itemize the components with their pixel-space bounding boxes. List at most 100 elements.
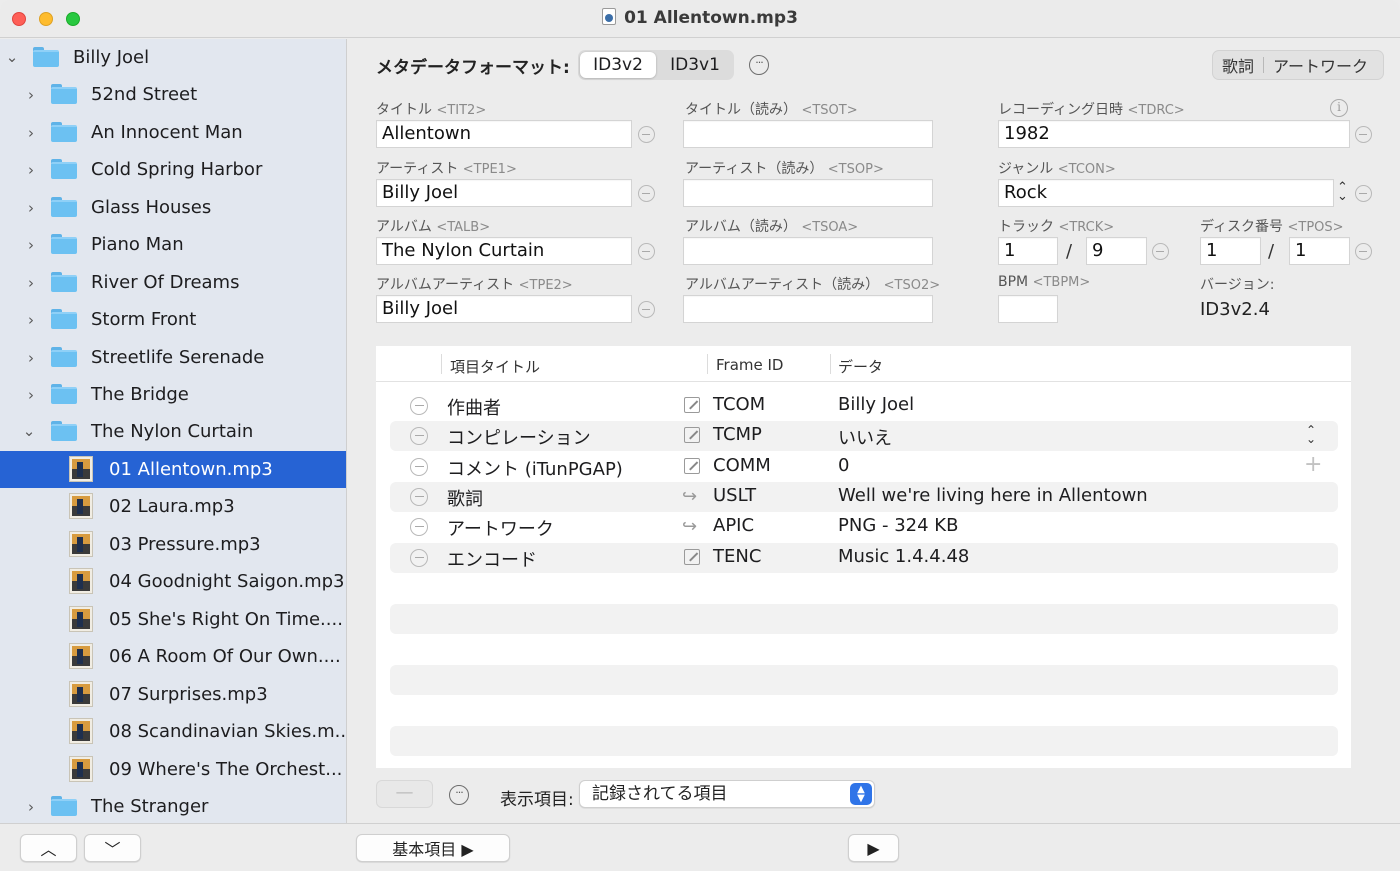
bpm-field[interactable]: [998, 295, 1058, 323]
tree-row-folder[interactable]: › Glass Houses: [0, 189, 346, 226]
remove-row-icon[interactable]: [410, 549, 428, 567]
tree-row-folder[interactable]: › Streetlife Serenade: [0, 339, 346, 376]
track-total-field[interactable]: 9: [1086, 237, 1147, 265]
remove-recording-date-icon[interactable]: [1355, 126, 1372, 143]
edit-icon[interactable]: [684, 397, 700, 413]
chevron-down-icon[interactable]: ⌄: [5, 50, 19, 65]
artist-sort-field[interactable]: [683, 179, 933, 207]
format-id3v1-button[interactable]: ID3v1: [658, 52, 732, 78]
add-icon[interactable]: +: [1304, 452, 1322, 477]
title-field[interactable]: Allentown: [376, 120, 632, 148]
edit-icon[interactable]: [684, 427, 700, 443]
tree-row-open-folder[interactable]: ⌄ The Nylon Curtain: [0, 413, 346, 450]
remove-artist-icon[interactable]: [638, 185, 655, 202]
title-sort-field[interactable]: [683, 120, 933, 148]
album-artist-sort-field[interactable]: [683, 295, 933, 323]
table-row[interactable]: コメント (iTunPGAP) COMM 0 +: [390, 452, 1338, 482]
disc-total-field[interactable]: 1: [1289, 237, 1350, 265]
recording-date-field[interactable]: 1982: [998, 120, 1350, 148]
tree-row-folder[interactable]: › Storm Front: [0, 301, 346, 338]
remove-disc-icon[interactable]: [1355, 243, 1372, 260]
edit-icon[interactable]: [684, 549, 700, 565]
table-row[interactable]: アートワーク ↪ APIC PNG - 324 KB: [390, 512, 1338, 542]
table-row[interactable]: 作曲者 TCOM Billy Joel: [390, 391, 1338, 421]
column-header-title[interactable]: 項目タイトル: [450, 356, 540, 377]
chevron-right-icon[interactable]: ›: [24, 201, 38, 216]
play-button[interactable]: ▶: [848, 834, 899, 862]
tree-row-file[interactable]: 08 Scandinavian Skies.m...: [0, 713, 346, 750]
chevron-down-icon[interactable]: ⌄: [22, 424, 36, 439]
tree-row-folder[interactable]: › The Stranger: [0, 788, 346, 823]
table-row[interactable]: コンピレーション TCMP いいえ ⌃ ⌄: [390, 421, 1338, 451]
remove-row-icon[interactable]: [410, 518, 428, 536]
remove-album-icon[interactable]: [638, 243, 655, 260]
edit-icon[interactable]: [684, 458, 700, 474]
track-number-field[interactable]: 1: [998, 237, 1058, 265]
tree-row-file-selected[interactable]: 01 Allentown.mp3: [0, 451, 346, 488]
row-data[interactable]: Billy Joel: [838, 394, 914, 415]
genre-stepper-icon[interactable]: ⌃ ⌄: [1337, 181, 1348, 203]
row-data[interactable]: Well we're living here in Allentown: [838, 485, 1148, 506]
tree-row-file[interactable]: 02 Laura.mp3: [0, 488, 346, 525]
chevron-right-icon[interactable]: ›: [24, 126, 38, 141]
artist-field[interactable]: Billy Joel: [376, 179, 632, 207]
chevron-right-icon[interactable]: ›: [24, 163, 38, 178]
remove-row-icon[interactable]: [410, 397, 428, 415]
tree-row-label: The Bridge: [91, 384, 189, 405]
display-items-popup[interactable]: 記録されてる項目 ▲ ▼: [579, 780, 875, 808]
tree-row-file[interactable]: 09 Where's The Orchest...: [0, 751, 346, 788]
album-artist-field[interactable]: Billy Joel: [376, 295, 632, 323]
tree-row-file[interactable]: 03 Pressure.mp3: [0, 526, 346, 563]
artwork-button[interactable]: アートワーク: [1264, 53, 1377, 77]
share-icon[interactable]: ↪: [682, 486, 697, 507]
remove-track-icon[interactable]: [1152, 243, 1169, 260]
previous-item-button[interactable]: ︿: [20, 834, 77, 862]
row-data[interactable]: いいえ: [838, 424, 892, 450]
tree-row-file[interactable]: 06 A Room Of Our Own....: [0, 638, 346, 675]
tree-row-folder[interactable]: › An Innocent Man: [0, 114, 346, 151]
basic-items-button[interactable]: 基本項目 ▶: [356, 834, 510, 862]
remove-album-artist-icon[interactable]: [638, 301, 655, 318]
row-data[interactable]: Music 1.4.4.48: [838, 546, 969, 567]
tree-row-file[interactable]: 07 Surprises.mp3: [0, 676, 346, 713]
lyrics-button[interactable]: 歌詞: [1213, 53, 1263, 77]
tree-row-folder[interactable]: › River Of Dreams: [0, 264, 346, 301]
more-options-icon[interactable]: ···: [749, 55, 769, 75]
remove-genre-icon[interactable]: [1355, 185, 1372, 202]
chevron-right-icon[interactable]: ›: [24, 238, 38, 253]
popup-stepper-icon[interactable]: ⌃ ⌄: [1306, 424, 1316, 445]
chevron-right-icon[interactable]: ›: [24, 88, 38, 103]
next-item-button[interactable]: ﹀: [84, 834, 141, 862]
row-data[interactable]: PNG - 324 KB: [838, 515, 958, 536]
share-icon[interactable]: ↪: [682, 516, 697, 537]
tree-row-folder[interactable]: › Cold Spring Harbor: [0, 151, 346, 188]
genre-combobox[interactable]: Rock: [998, 179, 1334, 207]
album-sort-field[interactable]: [683, 237, 933, 265]
remove-item-button[interactable]: —: [376, 780, 433, 808]
info-icon[interactable]: i: [1330, 99, 1348, 117]
tree-row-file[interactable]: 05 She's Right On Time....: [0, 601, 346, 638]
chevron-right-icon[interactable]: ›: [24, 313, 38, 328]
disc-number-field[interactable]: 1: [1200, 237, 1261, 265]
album-field[interactable]: The Nylon Curtain: [376, 237, 632, 265]
chevron-right-icon[interactable]: ›: [24, 800, 38, 815]
remove-row-icon[interactable]: [410, 488, 428, 506]
column-header-frame-id[interactable]: Frame ID: [716, 356, 783, 374]
table-row[interactable]: エンコード TENC Music 1.4.4.48: [390, 543, 1338, 573]
chevron-right-icon[interactable]: ›: [24, 276, 38, 291]
chevron-right-icon[interactable]: ›: [24, 351, 38, 366]
remove-row-icon[interactable]: [410, 427, 428, 445]
more-options-icon[interactable]: ···: [449, 785, 469, 805]
row-data[interactable]: 0: [838, 455, 849, 476]
chevron-right-icon[interactable]: ›: [24, 388, 38, 403]
remove-title-icon[interactable]: [638, 126, 655, 143]
column-header-data[interactable]: データ: [838, 356, 883, 377]
tree-row-folder[interactable]: › The Bridge: [0, 376, 346, 413]
format-id3v2-button[interactable]: ID3v2: [580, 52, 656, 78]
tree-row-folder[interactable]: › 52nd Street: [0, 76, 346, 113]
tree-row-folder[interactable]: › Piano Man: [0, 226, 346, 263]
tree-row-root[interactable]: ⌄ Billy Joel: [0, 39, 346, 76]
remove-row-icon[interactable]: [410, 458, 428, 476]
tree-row-file[interactable]: 04 Goodnight Saigon.mp3: [0, 563, 346, 600]
table-row[interactable]: 歌詞 ↪ USLT Well we're living here in Alle…: [390, 482, 1338, 512]
